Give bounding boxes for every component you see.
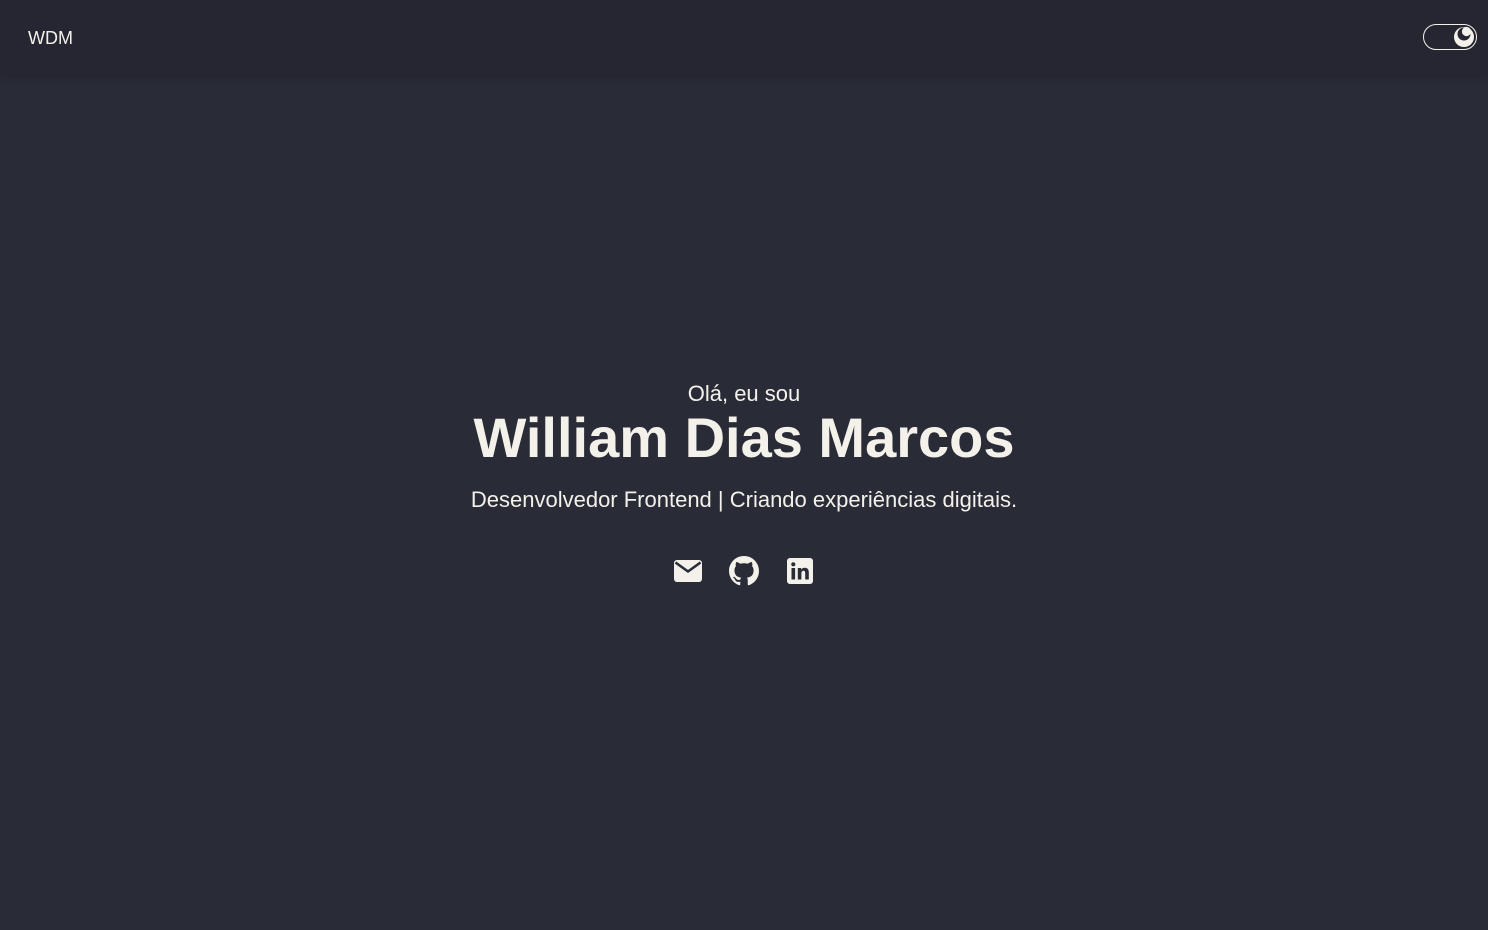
email-link[interactable] — [673, 556, 703, 586]
site-header: WDM — [0, 0, 1488, 76]
social-links — [0, 556, 1488, 586]
hero-name: William Dias Marcos — [473, 406, 1015, 469]
github-link[interactable] — [729, 556, 759, 586]
hero-greeting: Olá, eu sou — [687, 381, 801, 406]
hero-tagline: Desenvolvedor Frontend | Criando experiê… — [470, 487, 1018, 512]
theme-toggle[interactable] — [1423, 24, 1477, 50]
toggle-knob — [1454, 26, 1474, 47]
envelope-icon — [673, 556, 703, 586]
linkedin-icon — [785, 556, 815, 586]
site-logo[interactable]: WDM — [28, 27, 73, 49]
linkedin-link[interactable] — [785, 556, 815, 586]
moon-icon — [1456, 26, 1472, 47]
github-icon — [729, 556, 759, 586]
